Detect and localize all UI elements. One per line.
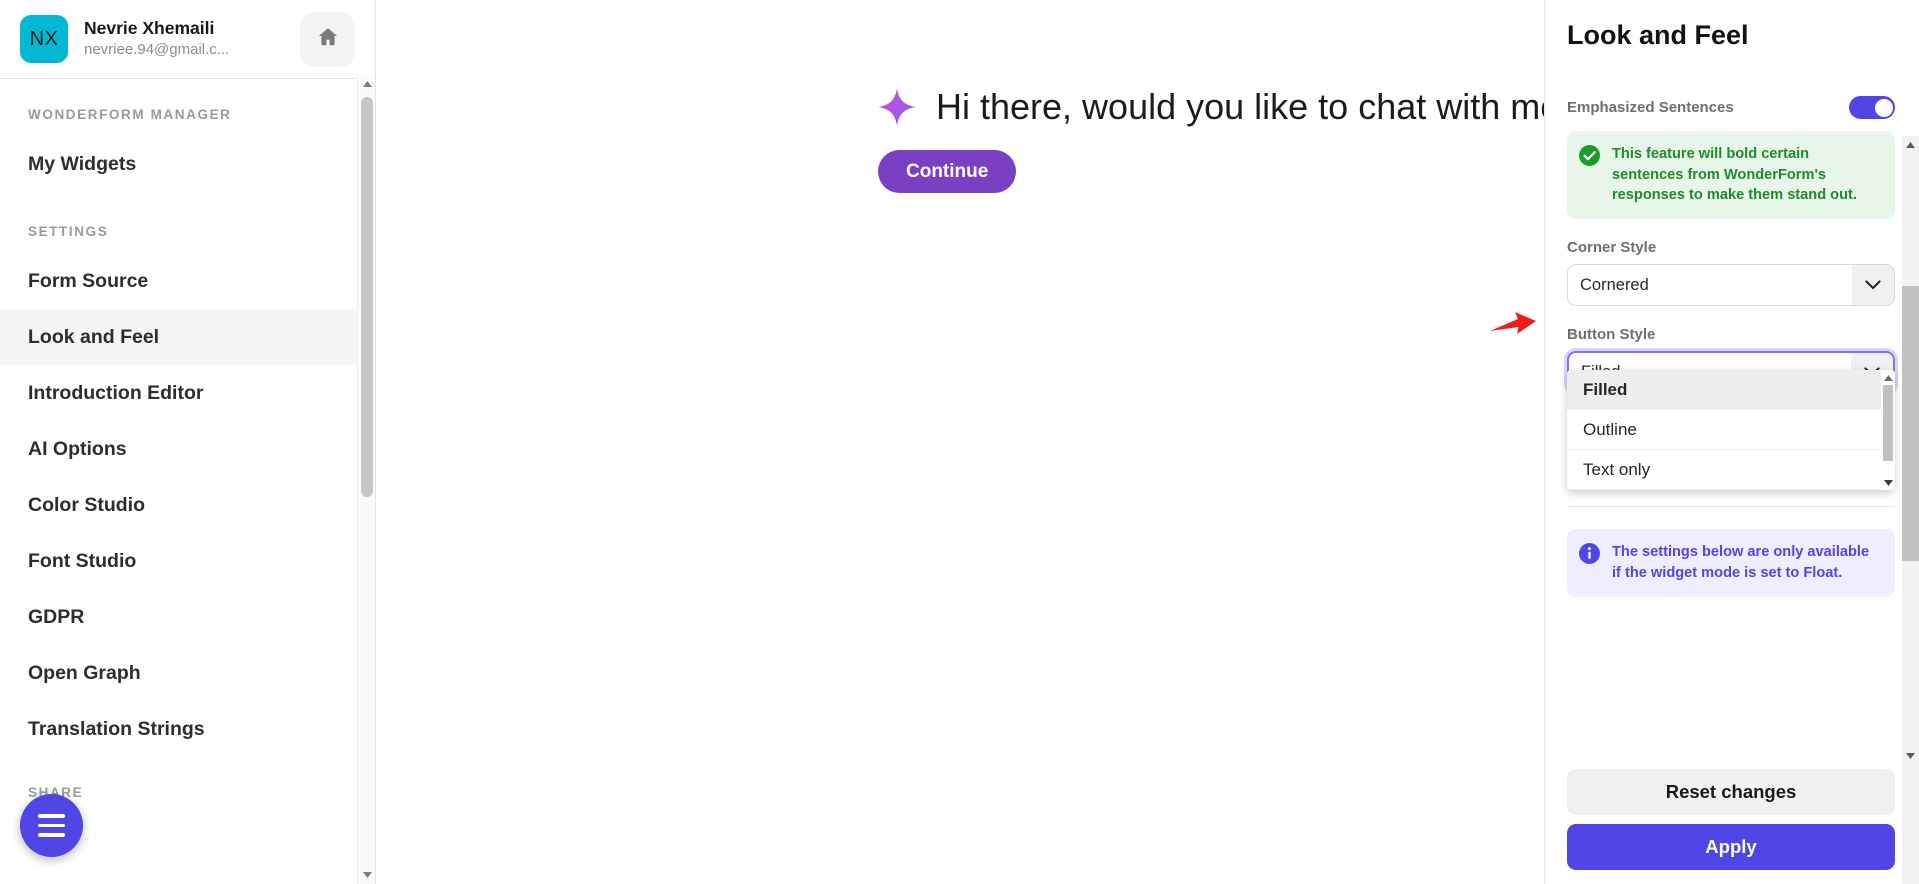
hamburger-menu-icon-bar [38, 814, 65, 818]
user-block: NX Nevrie Xhemaili nevriee.94@gmail.c... [0, 0, 375, 79]
sidebar-item-introduction-editor[interactable]: Introduction Editor [0, 365, 375, 421]
sidebar-item-form-source[interactable]: Form Source [0, 253, 375, 309]
button-style-label: Button Style [1567, 326, 1656, 344]
emphasized-sentences-alert-text: This feature will bold certain sentences… [1612, 146, 1857, 204]
sidebar-item-open-graph[interactable]: Open Graph [0, 645, 375, 701]
hamburger-menu-button[interactable] [20, 794, 83, 857]
continue-button[interactable]: Continue [878, 150, 1017, 193]
greeting-text: Hi there, would you like to chat with me… [936, 86, 1545, 127]
emphasized-sentences-row: Emphasized Sentences [1567, 96, 1895, 119]
sidebar-item-color-studio[interactable]: Color Studio [0, 477, 375, 533]
home-icon [316, 25, 340, 54]
sidebar-item-font-studio[interactable]: Font Studio [0, 533, 375, 589]
emphasized-sentences-toggle[interactable] [1849, 96, 1895, 119]
corner-style-select[interactable]: Cornered [1567, 264, 1895, 307]
settings-panel-body: Emphasized Sentences This feature will b… [1545, 96, 1919, 597]
toggle-knob [1874, 98, 1893, 117]
sidebar-item-translation-strings[interactable]: Translation Strings [0, 701, 375, 757]
sidebar-item-my-widgets[interactable]: My Widgets [0, 136, 375, 192]
dropdown-option-outline[interactable]: Outline [1567, 410, 1895, 451]
corner-style-label: Corner Style [1567, 239, 1657, 257]
sidebar-nav: WONDERFORM MANAGER My Widgets SETTINGS F… [0, 79, 375, 884]
apply-button[interactable]: Apply [1567, 824, 1895, 870]
page-title: Look and Feel [1567, 20, 1749, 50]
panel-divider [1567, 506, 1895, 508]
corner-style-field: Corner Style Cornered [1567, 239, 1895, 307]
sidebar-scrollbar[interactable] [357, 75, 375, 884]
annotation-arrow-icon [1488, 310, 1538, 349]
scroll-up-icon[interactable] [1881, 371, 1895, 384]
chevron-down-icon[interactable] [1852, 265, 1894, 306]
sidebar-group-label-settings: SETTINGS [28, 224, 109, 239]
scroll-up-icon[interactable] [358, 75, 375, 93]
dropdown-scrollbar-thumb[interactable] [1883, 385, 1893, 462]
emphasized-sentences-label: Emphasized Sentences [1567, 99, 1734, 116]
app-root: NX Nevrie Xhemaili nevriee.94@gmail.c...… [0, 0, 1919, 884]
corner-style-value: Cornered [1580, 275, 1649, 294]
user-email: nevriee.94@gmail.c... [84, 41, 230, 59]
avatar: NX [20, 15, 68, 63]
sidebar-item-look-and-feel[interactable]: Look and Feel [0, 309, 375, 365]
scroll-down-icon[interactable] [1902, 747, 1919, 764]
scroll-up-icon[interactable] [1902, 136, 1919, 153]
sidebar-scrollbar-thumb[interactable] [361, 97, 373, 497]
home-button[interactable] [300, 11, 355, 67]
widget-preview: Hi there, would you like to chat with me… [376, 0, 1545, 884]
sidebar-item-ai-options[interactable]: AI Options [0, 421, 375, 477]
widget-mode-info-alert: The settings below are only available if… [1567, 529, 1895, 597]
panel-scrollbar[interactable] [1902, 136, 1919, 884]
dropdown-option-filled[interactable]: Filled [1567, 370, 1895, 411]
info-circle-icon [1579, 543, 1600, 565]
sidebar: NX Nevrie Xhemaili nevriee.94@gmail.c...… [0, 0, 376, 884]
sidebar-group-label-wonderform-manager: WONDERFORM MANAGER [28, 107, 232, 122]
greeting-row: Hi there, would you like to chat with me… [376, 0, 1544, 128]
panel-actions: Reset changes Apply [1567, 769, 1895, 870]
emphasized-sentences-alert: This feature will bold certain sentences… [1567, 131, 1895, 220]
widget-mode-info-text: The settings below are only available if… [1612, 544, 1870, 581]
panel-scrollbar-thumb[interactable] [1902, 286, 1919, 561]
hamburger-menu-icon-bar [38, 823, 65, 828]
sparkle-icon [876, 86, 918, 128]
user-text: Nevrie Xhemaili nevriee.94@gmail.c... [84, 18, 280, 59]
dropdown-scrollbar[interactable] [1881, 370, 1895, 491]
check-circle-icon [1579, 145, 1600, 166]
sidebar-item-gdpr[interactable]: GDPR [0, 589, 375, 645]
scroll-down-icon[interactable] [1881, 476, 1895, 489]
scroll-down-icon[interactable] [358, 866, 375, 884]
hamburger-menu-icon-bar [38, 833, 65, 837]
user-name: Nevrie Xhemaili [84, 18, 215, 39]
button-style-dropdown[interactable]: Filled Outline Text only [1567, 370, 1895, 491]
reset-changes-button[interactable]: Reset changes [1567, 769, 1895, 815]
settings-panel: Look and Feel Emphasized Sentences This … [1545, 0, 1919, 884]
dropdown-option-text-only[interactable]: Text only [1567, 450, 1895, 491]
button-style-field: Button Style Filled Filled Outline Text … [1567, 326, 1895, 491]
